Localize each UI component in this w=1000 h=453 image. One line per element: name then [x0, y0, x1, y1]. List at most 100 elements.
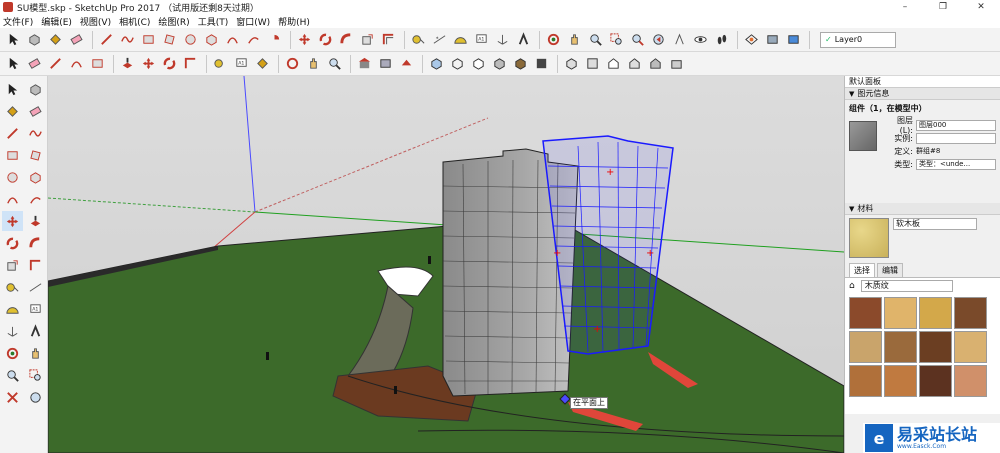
section-plane-icon[interactable] — [742, 30, 761, 49]
zoom-icon[interactable] — [586, 30, 605, 49]
shaded-icon[interactable] — [490, 54, 509, 73]
walk-icon[interactable] — [712, 30, 731, 49]
zoom-extents-icon[interactable] — [2, 387, 23, 407]
zoom-extents-icon[interactable] — [628, 30, 647, 49]
tape-measure-icon[interactable] — [2, 277, 23, 297]
rectangle-icon[interactable] — [2, 145, 23, 165]
share-model-icon[interactable] — [376, 54, 395, 73]
paint-bucket-icon[interactable] — [2, 101, 23, 121]
move-icon[interactable] — [295, 30, 314, 49]
protractor-icon[interactable] — [2, 299, 23, 319]
pie-icon[interactable] — [265, 30, 284, 49]
offset-icon[interactable] — [25, 255, 46, 275]
menu-help[interactable]: 帮助(H) — [278, 15, 310, 28]
rotated-rectangle-icon[interactable] — [25, 145, 46, 165]
texture-swatch[interactable] — [884, 331, 917, 363]
rotate-icon[interactable] — [160, 54, 179, 73]
line-tool-icon[interactable] — [46, 54, 65, 73]
3d-text-icon[interactable] — [25, 321, 46, 341]
offset-icon[interactable] — [181, 54, 200, 73]
scale-icon[interactable] — [358, 30, 377, 49]
arc-2pt-icon[interactable] — [244, 30, 263, 49]
type-dropdown[interactable]: 类型：<unde... — [916, 158, 996, 170]
arc-icon[interactable] — [67, 54, 86, 73]
offset-icon[interactable] — [379, 30, 398, 49]
menu-file[interactable]: 文件(F) — [3, 15, 33, 28]
line-tool-icon[interactable] — [97, 30, 116, 49]
minimize-button[interactable]: – — [886, 0, 924, 14]
monochrome-icon[interactable] — [532, 54, 551, 73]
menu-window[interactable]: 窗口(W) — [236, 15, 270, 28]
instance-field[interactable] — [916, 132, 996, 144]
move-icon[interactable] — [139, 54, 158, 73]
arc-2pt-icon[interactable] — [25, 189, 46, 209]
library-dropdown[interactable]: 木质纹 — [860, 280, 953, 292]
dimension-icon[interactable] — [25, 277, 46, 297]
entity-info-header[interactable]: ▼ 图元信息 — [845, 88, 1000, 100]
back-view-icon[interactable] — [646, 54, 665, 73]
home-icon[interactable]: ⌂ — [849, 281, 855, 291]
close-button[interactable]: ✕ — [962, 0, 1000, 14]
pan-icon[interactable] — [565, 30, 584, 49]
push-pull-icon[interactable] — [25, 211, 46, 231]
circle-icon[interactable] — [181, 30, 200, 49]
polygon-icon[interactable] — [202, 30, 221, 49]
texture-swatch[interactable] — [919, 331, 952, 363]
texture-swatch[interactable] — [919, 365, 952, 397]
entity-material-swatch[interactable] — [849, 121, 877, 151]
texture-swatch[interactable] — [954, 365, 987, 397]
texture-swatch[interactable] — [954, 331, 987, 363]
dimension-icon[interactable]: * — [430, 30, 449, 49]
paint-bucket-icon[interactable] — [46, 30, 65, 49]
eraser-icon[interactable] — [25, 54, 44, 73]
text-icon[interactable]: A1 — [472, 30, 491, 49]
circle-icon[interactable] — [2, 167, 23, 187]
follow-me-icon[interactable] — [337, 30, 356, 49]
section-display-icon[interactable] — [763, 30, 782, 49]
xray-icon[interactable] — [427, 54, 446, 73]
menu-draw[interactable]: 绘图(R) — [158, 15, 189, 28]
front-view-icon[interactable] — [604, 54, 623, 73]
texture-swatch[interactable] — [884, 365, 917, 397]
tape-measure-icon[interactable] — [211, 54, 230, 73]
eraser-icon[interactable] — [25, 101, 46, 121]
iso-view-icon[interactable] — [562, 54, 581, 73]
material-name-field[interactable]: 软木板 — [893, 218, 977, 230]
pan-icon[interactable] — [25, 343, 46, 363]
tab-edit[interactable]: 编辑 — [877, 263, 903, 277]
texture-swatch[interactable] — [849, 297, 882, 329]
section-cut-icon[interactable] — [784, 30, 803, 49]
tab-select[interactable]: 选择 — [849, 263, 875, 277]
scale-icon[interactable] — [2, 255, 23, 275]
axes-icon[interactable] — [2, 321, 23, 341]
wireframe-icon[interactable] — [448, 54, 467, 73]
move-icon[interactable] — [2, 211, 23, 231]
orbit-icon[interactable] — [283, 54, 302, 73]
model-viewport[interactable]: + + + + 在平面上 — [48, 76, 844, 453]
arc-icon[interactable] — [2, 189, 23, 209]
hidden-line-icon[interactable] — [469, 54, 488, 73]
make-component-icon[interactable] — [25, 30, 44, 49]
3d-text-icon[interactable] — [514, 30, 533, 49]
select-tool-icon[interactable] — [4, 54, 23, 73]
pan-icon[interactable] — [304, 54, 323, 73]
warehouse-icon[interactable] — [355, 54, 374, 73]
text-icon[interactable]: A1 — [25, 299, 46, 319]
follow-me-icon[interactable] — [25, 233, 46, 253]
rotate-icon[interactable] — [2, 233, 23, 253]
polygon-icon[interactable] — [25, 167, 46, 187]
rotated-rectangle-icon[interactable] — [160, 30, 179, 49]
select-tool-icon[interactable] — [4, 30, 23, 49]
zoom-window-icon[interactable] — [607, 30, 626, 49]
line-tool-icon[interactable] — [2, 123, 23, 143]
current-material-swatch[interactable] — [849, 218, 889, 258]
rectangle-icon[interactable] — [88, 54, 107, 73]
freehand-icon[interactable] — [118, 30, 137, 49]
text-icon[interactable]: A1 — [232, 54, 251, 73]
zoom-icon[interactable] — [325, 54, 344, 73]
rectangle-icon[interactable] — [139, 30, 158, 49]
layer-dropdown[interactable]: 图层000 — [916, 119, 996, 131]
zoom-icon[interactable] — [2, 365, 23, 385]
extension-icon[interactable] — [397, 54, 416, 73]
position-camera-icon[interactable] — [670, 30, 689, 49]
